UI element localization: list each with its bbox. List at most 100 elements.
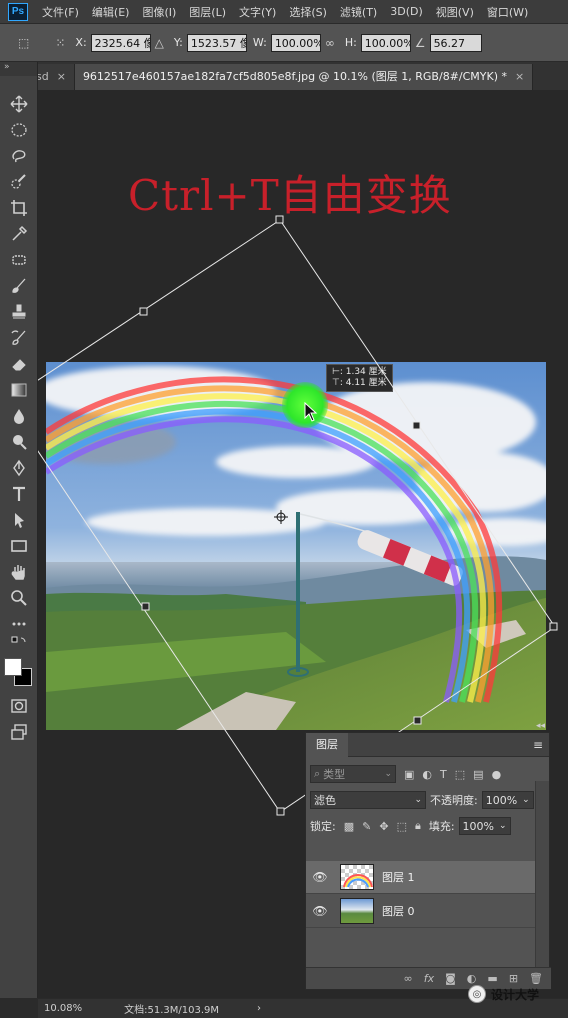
path-selection-tool-icon[interactable] <box>0 508 38 532</box>
menu-window[interactable]: 窗口(W) <box>487 4 528 20</box>
smart-object-filter-icon[interactable]: ▤ <box>473 768 483 781</box>
chevron-right-icon[interactable]: › <box>257 1003 261 1014</box>
layers-scrollbar[interactable] <box>535 781 549 967</box>
eyedropper-tool-icon[interactable] <box>0 222 38 246</box>
marquee-tool-icon[interactable] <box>0 118 38 142</box>
crop-tool-icon[interactable] <box>0 196 38 220</box>
close-icon[interactable]: × <box>57 70 66 83</box>
type-filter-icon[interactable]: T <box>440 768 447 781</box>
layer-style-icon[interactable]: fx <box>424 972 434 985</box>
lock-image-icon[interactable]: ✎ <box>362 820 371 833</box>
height-field[interactable]: 100.00% <box>360 33 411 52</box>
chevron-down-icon: ⌄ <box>414 795 422 805</box>
gradient-tool-icon[interactable] <box>0 378 38 402</box>
layers-panel: ◂◂ 图层 ≡ ⌕ 类型 ⌄ ▣ ◐ T ⬚ ▤ ● 滤色 ⌄ 不透明度: 10… <box>305 721 551 990</box>
shape-filter-icon[interactable]: ⬚ <box>455 768 465 781</box>
width-field[interactable]: 100.00% <box>270 33 321 52</box>
rotation-angle-field[interactable]: 56.27 <box>429 33 482 52</box>
more-tools-icon[interactable] <box>0 612 38 636</box>
transform-handle[interactable] <box>549 622 558 631</box>
adjustment-layer-icon[interactable]: ◐ <box>467 972 477 985</box>
lock-transparent-icon[interactable]: ▩ <box>344 820 354 833</box>
panel-menu-icon[interactable]: ≡ <box>533 738 543 752</box>
menu-type[interactable]: 文字(Y) <box>239 4 276 20</box>
delta-icon[interactable]: △ <box>155 36 164 50</box>
quick-mask-icon[interactable] <box>0 694 38 718</box>
search-icon: ⌕ <box>314 767 321 780</box>
new-layer-icon[interactable]: ⊞ <box>509 972 518 985</box>
panel-collapse-icon[interactable]: ◂◂ <box>536 721 545 731</box>
w-label: W: <box>252 36 267 49</box>
layer-name[interactable]: 图层 0 <box>382 903 415 919</box>
document-tabs: sd × 9612517e460157ae182fa7cf5d805e8f.jpg… <box>28 62 568 90</box>
eye-icon[interactable]: 👁︎ <box>306 904 334 918</box>
collapse-icon[interactable]: » <box>0 62 37 76</box>
foreground-color-swatch[interactable] <box>4 658 22 676</box>
reference-point-icon[interactable]: ⁙ <box>55 36 65 50</box>
link-layers-icon[interactable]: ∞ <box>404 972 413 985</box>
zoom-level[interactable]: 10.08% <box>44 1003 82 1014</box>
layer-filter-select[interactable]: ⌕ 类型 ⌄ <box>310 765 396 783</box>
swap-colors-icon[interactable] <box>0 636 38 652</box>
quick-selection-tool-icon[interactable] <box>0 170 38 194</box>
transform-tool-icon[interactable]: ⬚ <box>18 36 29 50</box>
eraser-tool-icon[interactable] <box>0 352 38 376</box>
rectangle-tool-icon[interactable] <box>0 534 38 558</box>
lock-artboard-icon[interactable]: ⬚ <box>397 820 407 833</box>
move-tool-icon[interactable] <box>0 92 38 116</box>
menu-layer[interactable]: 图层(L) <box>189 4 226 20</box>
tab-layers[interactable]: 图层 <box>306 732 348 757</box>
new-group-icon[interactable]: ▬ <box>487 972 497 985</box>
blend-mode-select[interactable]: 滤色 ⌄ <box>310 791 426 809</box>
lasso-tool-icon[interactable] <box>0 144 38 168</box>
lock-position-icon[interactable]: ✥ <box>379 820 388 833</box>
adjustment-filter-icon[interactable]: ◐ <box>422 768 432 781</box>
pen-tool-icon[interactable] <box>0 456 38 480</box>
y-position-field[interactable]: 1523.57 像 <box>186 33 247 52</box>
hand-tool-icon[interactable] <box>0 560 38 584</box>
menu-edit[interactable]: 编辑(E) <box>92 4 130 20</box>
layer-row[interactable]: 👁︎ 图层 0 <box>306 895 535 928</box>
add-mask-icon[interactable]: ◙ <box>445 972 456 985</box>
watermark: ◎ 设计大学 <box>468 985 539 1003</box>
x-position-field[interactable]: 2325.64 像 <box>90 33 151 52</box>
blur-tool-icon[interactable] <box>0 404 38 428</box>
menu-file[interactable]: 文件(F) <box>42 4 79 20</box>
layer-row[interactable]: 👁︎ 图层 1 <box>306 861 535 894</box>
opacity-field[interactable]: 100% ⌄ <box>481 791 534 809</box>
transform-tooltip: ⊢: 1.34 厘米 ⊤: 4.11 厘米 <box>326 364 393 392</box>
angle-icon[interactable]: ∠ <box>415 36 426 50</box>
layer-name[interactable]: 图层 1 <box>382 869 415 885</box>
tab-active-document[interactable]: 9612517e460157ae182fa7cf5d805e8f.jpg @ 1… <box>74 64 534 90</box>
zoom-tool-icon[interactable] <box>0 586 38 610</box>
watermark-text: 设计大学 <box>491 987 540 1002</box>
link-icon[interactable]: ∞ <box>325 36 335 50</box>
transform-handle[interactable] <box>276 807 285 816</box>
fill-field[interactable]: 100% ⌄ <box>458 817 511 835</box>
delete-layer-icon[interactable]: 🗑︎ <box>529 972 543 985</box>
close-icon[interactable]: × <box>515 70 524 83</box>
menu-select[interactable]: 选择(S) <box>289 4 327 20</box>
blend-mode-value: 滤色 <box>314 794 336 807</box>
menu-view[interactable]: 视图(V) <box>436 4 474 20</box>
h-label: H: <box>344 36 357 49</box>
menu-3d[interactable]: 3D(D) <box>390 5 423 18</box>
menu-filter[interactable]: 滤镜(T) <box>340 4 377 20</box>
brush-tool-icon[interactable] <box>0 274 38 298</box>
eye-icon[interactable]: 👁︎ <box>306 870 334 884</box>
screen-mode-icon[interactable] <box>0 720 38 744</box>
document-info: 文档:51.3M/103.9M <box>124 1005 220 1016</box>
dodge-tool-icon[interactable] <box>0 430 38 454</box>
transform-handle[interactable] <box>139 307 148 316</box>
lock-all-icon[interactable]: 🔒︎ <box>415 819 421 833</box>
type-tool-icon[interactable] <box>0 482 38 506</box>
clone-stamp-tool-icon[interactable] <box>0 300 38 324</box>
history-brush-tool-icon[interactable] <box>0 326 38 350</box>
filter-toggle-icon[interactable]: ● <box>492 768 502 781</box>
healing-brush-tool-icon[interactable] <box>0 248 38 272</box>
tooltip-line-2: ⊤: 4.11 厘米 <box>332 378 387 388</box>
chevron-down-icon: ⌄ <box>522 795 530 805</box>
menu-image[interactable]: 图像(I) <box>142 4 176 20</box>
color-swatches[interactable] <box>4 658 32 686</box>
pixel-filter-icon[interactable]: ▣ <box>404 768 414 781</box>
